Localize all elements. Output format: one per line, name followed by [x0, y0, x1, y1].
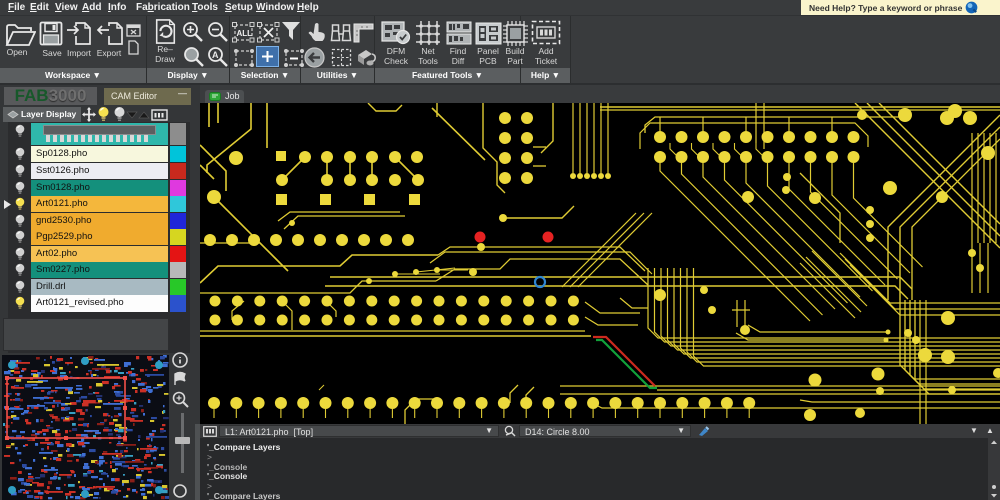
svg-text:ALL: ALL	[237, 29, 253, 38]
svg-text:A: A	[212, 50, 219, 60]
